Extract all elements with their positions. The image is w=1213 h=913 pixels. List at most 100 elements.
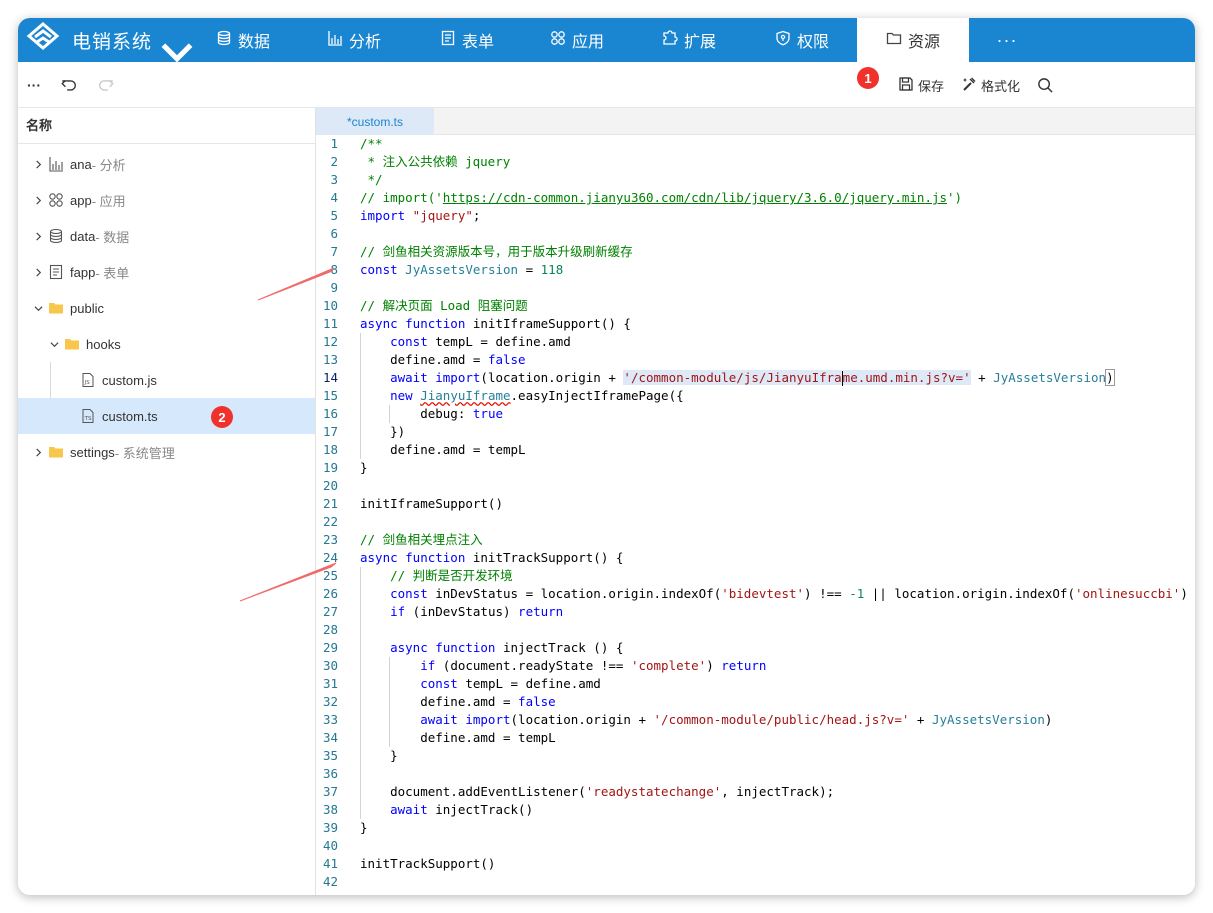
code-line: 1/**: [330, 136, 383, 151]
svg-text:JS: JS: [84, 380, 91, 386]
tree-item-ana[interactable]: ana - 分析: [18, 146, 315, 182]
app-window: 电销系统 数据 分析 表单 应用 扩展 权限 资源 ··· ··· 1 保存 格…: [18, 18, 1195, 895]
code-line: 21 initIframeSupport(): [322, 496, 503, 511]
tree-item-settings[interactable]: settings - 系统管理: [18, 434, 315, 470]
nav-item-resources[interactable]: 资源: [857, 18, 969, 62]
logo-icon: [26, 21, 60, 60]
tree-header: 名称: [18, 108, 315, 144]
code-line: 6: [330, 226, 338, 241]
tree-item-custom-ts[interactable]: TS custom.ts 2: [18, 398, 315, 434]
nav-more-button[interactable]: ···: [969, 18, 1045, 62]
chevron-down-icon[interactable]: [48, 338, 60, 350]
tree-item-app[interactable]: app - 应用: [18, 182, 315, 218]
code-line: 25 // 判断是否开发环境: [322, 568, 513, 583]
undo-icon[interactable]: [59, 75, 79, 95]
tree-item-fapp[interactable]: fapp - 表单: [18, 254, 315, 290]
nav-item-apps[interactable]: 应用: [550, 18, 604, 62]
editor-tab-bar: *custom.ts: [316, 108, 1195, 135]
code-line: 8 const JyAssetsVersion = 118: [330, 262, 564, 277]
chevron-right-icon[interactable]: [32, 266, 44, 278]
code-line: 9: [330, 280, 338, 295]
tree-item-hooks[interactable]: hooks: [18, 326, 315, 362]
chevron-right-icon[interactable]: [32, 230, 44, 242]
code-line: 38 await injectTrack(): [322, 802, 534, 817]
nav-item-form[interactable]: 表单: [440, 18, 494, 62]
code-line: 34 define.amd = tempL: [322, 730, 556, 745]
code-line: 23// 剑鱼相关埋点注入: [322, 532, 483, 547]
code-line: 4// import('https://cdn-common.jianyu360…: [330, 190, 963, 205]
extension-icon: [662, 29, 684, 51]
redo-icon[interactable]: [96, 75, 116, 95]
bar-chart-icon: [48, 156, 64, 172]
chevron-right-icon[interactable]: [32, 158, 44, 170]
code-line: 32 define.amd = false: [322, 694, 556, 709]
nav-item-permission[interactable]: 权限: [775, 18, 829, 62]
folder-icon: [64, 336, 80, 352]
ts-file-icon: TS: [80, 408, 96, 424]
code-line: 7// 剑鱼相关资源版本号，用于版本升级刷新缓存: [330, 244, 633, 259]
code-line: 29 async function injectTrack () {: [322, 640, 624, 655]
code-line: 18 define.amd = tempL: [322, 442, 526, 457]
apps-icon: [550, 30, 572, 51]
code-area[interactable]: 1/** 2 * 注入公共依赖 jquery 3 */ 4// import('…: [316, 135, 1195, 895]
code-line: 31 const tempL = define.amd: [322, 676, 601, 691]
code-line: 36: [322, 766, 338, 781]
code-line: 42: [322, 874, 338, 889]
code-line: 30 if (document.readyState !== 'complete…: [322, 658, 767, 673]
annotation-badge-1: 1: [857, 67, 879, 89]
search-icon[interactable]: [1035, 75, 1055, 95]
code-line: 27 if (inDevStatus) return: [322, 604, 564, 619]
code-line: 11 async function initIframeSupport() {: [322, 316, 631, 331]
format-button[interactable]: 格式化: [961, 74, 1020, 96]
code-line: 12 const tempL = define.amd: [322, 334, 571, 349]
code-line: 5 import "jquery";: [330, 208, 481, 223]
code-line: 39}: [322, 820, 368, 835]
tree-item-public[interactable]: public: [18, 290, 315, 326]
code-line: 40: [322, 838, 338, 853]
brand[interactable]: 电销系统: [26, 18, 193, 63]
chevron-right-icon[interactable]: [32, 194, 44, 206]
toolbar-more-button[interactable]: ···: [24, 75, 44, 95]
chevron-down-icon: [160, 35, 193, 63]
tree-item-data[interactable]: data - 数据: [18, 218, 315, 254]
chevron-right-icon[interactable]: [32, 446, 44, 458]
code-line: 37 document.addEventListener('readystate…: [322, 784, 835, 799]
folder-icon: [886, 30, 908, 51]
editor-toolbar: ··· 1 保存 格式化: [18, 62, 1195, 108]
code-line: 19}: [322, 460, 368, 475]
save-icon: [898, 76, 918, 95]
folder-icon: [48, 300, 64, 316]
magic-wand-icon: [961, 76, 981, 95]
annotation-badge-2: 2: [211, 406, 233, 428]
shield-icon: [775, 30, 797, 51]
database-icon: [48, 228, 64, 244]
form-icon: [48, 264, 64, 280]
chevron-down-icon[interactable]: [32, 302, 44, 314]
code-line: 41 initTrackSupport(): [322, 856, 496, 871]
code-line: 2 * 注入公共依赖 jquery: [330, 154, 511, 169]
apps-icon: [48, 192, 64, 208]
code-line: 14 await import(location.origin + '/comm…: [322, 369, 1115, 386]
code-line: 17 }): [322, 424, 406, 439]
svg-text:TS: TS: [84, 416, 92, 422]
code-line: 28: [322, 622, 338, 637]
save-button[interactable]: 保存: [898, 74, 944, 96]
nav-item-extension[interactable]: 扩展: [662, 18, 716, 62]
file-tree-panel: 名称 ana - 分析 app - 应用 data - 数据 fapp - 表单…: [18, 108, 316, 895]
tab-custom-ts[interactable]: *custom.ts: [316, 108, 434, 135]
app-title: 电销系统: [72, 31, 153, 53]
nav-item-data[interactable]: 数据: [216, 18, 270, 62]
tree-item-custom-js[interactable]: JS custom.js: [18, 362, 315, 398]
code-line: 24 async function initTrackSupport() {: [322, 550, 624, 565]
code-line: 15 new JianyuIframe.easyInjectIframePage…: [322, 388, 684, 403]
code-line: 35 }: [322, 748, 398, 763]
code-line: 22: [322, 514, 338, 529]
database-icon: [216, 30, 238, 51]
code-editor: *custom.ts 1/** 2 * 注入公共依赖 jquery 3 */ 4…: [316, 108, 1195, 895]
bar-chart-icon: [327, 30, 349, 51]
nav-item-analysis[interactable]: 分析: [327, 18, 381, 62]
code-line: 20: [322, 478, 338, 493]
top-nav: 电销系统 数据 分析 表单 应用 扩展 权限 资源 ···: [18, 18, 1195, 63]
code-line: 26 const inDevStatus = location.origin.i…: [322, 586, 1188, 601]
code-line: 33 await import(location.origin + '/comm…: [322, 712, 1053, 727]
